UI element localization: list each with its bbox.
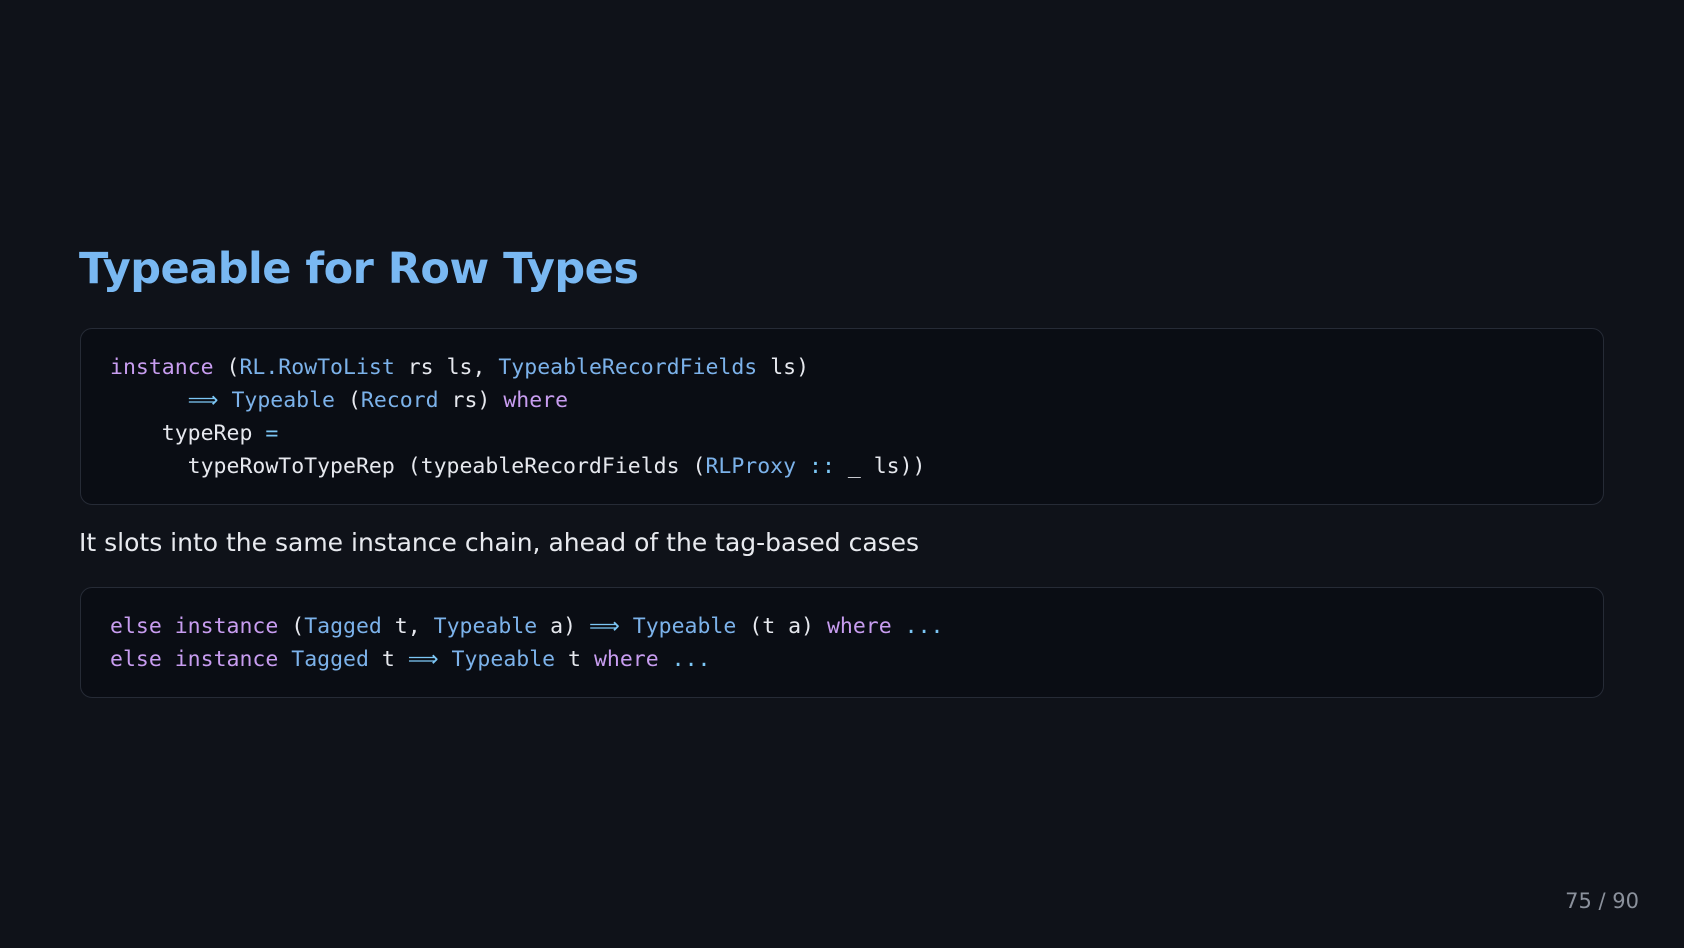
code-text: t [368,647,408,672]
code-type: TypeableRecordFields [498,355,758,380]
code-type: Typeable [231,388,336,413]
code-line: typeRowToTypeRep (typeableRecordFields (… [110,450,1574,483]
code-text: ( [335,388,361,413]
code-line: typeRep = [110,417,1574,450]
slide-title: Typeable for Row Types [79,244,639,294]
code-keyword: instance [174,647,279,672]
code-operator: ... [671,647,711,672]
code-text: _ ls)) [834,454,926,479]
code-operator: :: [809,454,835,479]
code-operator: ⟹ [588,614,620,639]
code-text: typeRowToTypeRep (typeableRecordFields ( [110,454,706,479]
code-text: (t a) [736,614,827,639]
code-keyword: else [110,647,162,672]
code-operator: ⟹ [187,388,219,413]
code-type: Tagged [304,614,382,639]
code-keyword: instance [110,355,214,380]
code-keyword: where [503,388,569,413]
code-type: Tagged [291,647,369,672]
code-text: rs) [438,388,504,413]
code-line: else instance Tagged t ⟹ Typeable t wher… [110,643,1574,676]
code-block-instance-chain: else instance (Tagged t, Typeable a) ⟹ T… [80,587,1604,698]
code-text: ( [278,614,305,639]
code-type: Typeable [632,614,737,639]
code-text: ( [213,355,240,380]
code-text: t [555,647,594,672]
slide-paragraph: It slots into the same instance chain, a… [79,528,920,557]
code-text: typeRep [110,421,266,446]
code-text: t, [381,614,434,639]
code-type: RL.RowToList [239,355,395,380]
code-keyword: where [593,647,659,672]
code-type: Typeable [433,614,538,639]
page-number: 75 / 90 [1565,889,1639,913]
code-operator: ... [904,614,944,639]
code-type: Record [360,388,439,413]
code-block-instance-record: instance (RL.RowToList rs ls, TypeableRe… [80,328,1604,505]
code-text: a) [537,614,589,639]
code-type: Typeable [451,647,556,672]
code-keyword: where [826,614,892,639]
code-operator: ⟹ [407,647,439,672]
code-line: ⟹ Typeable (Record rs) where [110,384,1574,417]
code-line: else instance (Tagged t, Typeable a) ⟹ T… [110,610,1574,643]
code-text: rs ls, [394,355,499,380]
code-text: ls) [757,355,810,380]
code-line: instance (RL.RowToList rs ls, TypeableRe… [110,351,1574,384]
code-keyword: instance [174,614,279,639]
code-type: RLProxy [705,454,797,479]
code-operator: = [265,421,279,446]
code-keyword: else [110,614,162,639]
